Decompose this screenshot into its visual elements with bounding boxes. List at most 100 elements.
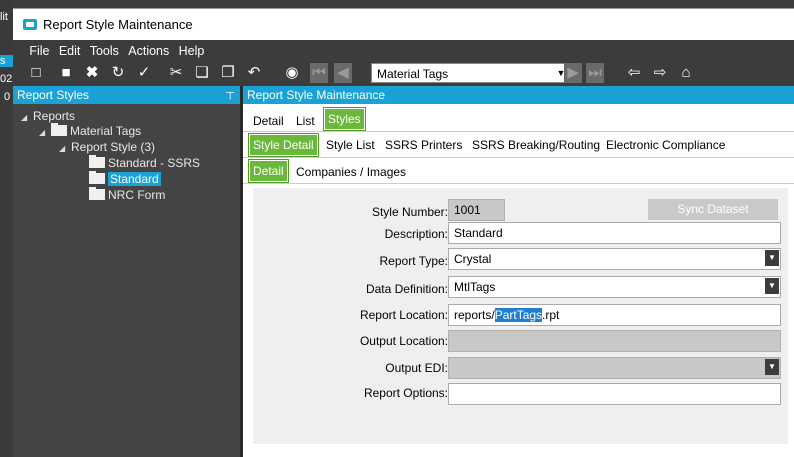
tree-node-reports[interactable]: ◢ Reports (21, 109, 75, 123)
tree-node-label-selected: Standard (108, 172, 161, 186)
tab-inner-detail[interactable]: Detail (248, 159, 289, 183)
new-icon[interactable]: □ (25, 62, 47, 84)
style-tab-strip: Style Detail Style List SSRS Printers SS… (243, 132, 794, 158)
first-record-icon[interactable]: ⏮ (310, 63, 328, 83)
folder-icon (89, 187, 105, 200)
refresh-icon[interactable]: ↻ (107, 62, 129, 84)
report-location-selection: PartTags (494, 308, 543, 322)
expand-arrow-icon[interactable]: ◢ (39, 128, 51, 137)
edge-text-2: s (0, 55, 13, 67)
output-edi-label: Output EDI: (385, 361, 448, 375)
window-title: Report Style Maintenance (43, 17, 193, 32)
edge-text-4: 0 (4, 91, 11, 103)
tree-node-standard[interactable]: Standard (89, 171, 161, 186)
binoculars-icon[interactable]: ◉ (281, 62, 303, 84)
tab-ssrs-printers[interactable]: SSRS Printers (381, 134, 466, 156)
paste-icon[interactable]: ❐ (217, 62, 239, 84)
tree-node-report-style[interactable]: ◢ Report Style (3) (59, 140, 155, 154)
left-panel-title: Report Styles (17, 88, 90, 102)
last-record-icon[interactable]: ⏭ (586, 63, 604, 83)
tree-node-label: Material Tags (70, 124, 142, 138)
menu-edit[interactable]: Edit (56, 40, 84, 58)
sync-dataset-button[interactable]: Sync Dataset (648, 199, 778, 220)
tab-ssrs-breaking-routing[interactable]: SSRS Breaking/Routing (468, 134, 604, 156)
style-number-label: Style Number: (371, 205, 448, 219)
report-styles-tree: ◢ Reports ◢ Material Tags ◢ Report Style (3… (13, 104, 240, 457)
chevron-down-icon[interactable]: ▼ (765, 278, 779, 294)
tab-style-list[interactable]: Style List (322, 134, 379, 156)
edge-text-3: 02 (0, 73, 13, 85)
next-record-icon[interactable]: ▶ (564, 63, 582, 83)
tree-node-label: Standard - SSRS (108, 156, 201, 170)
main-tab-strip: Detail List Styles (243, 106, 794, 132)
right-panel-header: Report Style Maintenance (243, 86, 794, 104)
left-panel-header: Report Styles ┬ (13, 86, 240, 104)
home-icon[interactable]: ⌂ (675, 62, 697, 84)
data-definition-label: Data Definition: (365, 282, 448, 296)
tab-list[interactable]: List (292, 110, 319, 132)
right-panel-title: Report Style Maintenance (247, 88, 386, 102)
report-location-prefix: reports/ (454, 308, 495, 322)
app-icon (23, 19, 37, 30)
inner-tab-strip: Detail Companies / Images (243, 158, 794, 184)
output-location-label: Output Location: (359, 334, 448, 348)
background-window-edge: lit s 02 0 (0, 0, 13, 457)
tree-node-label: Reports (33, 109, 76, 123)
tab-styles[interactable]: Styles (323, 107, 366, 131)
expand-arrow-icon[interactable]: ◢ (59, 144, 71, 153)
report-location-suffix: .rpt (542, 308, 560, 322)
report-type-select[interactable]: Crystal ▼ (448, 248, 781, 270)
title-bar: Report Style Maintenance (13, 8, 794, 40)
toolbar: □ ■ ✖ ↻ ✓ ✂ ❏ ❐ ↶ ◉ ⏮ ◀ Material Tags ▼ … (13, 62, 794, 86)
tab-companies-images[interactable]: Companies / Images (292, 161, 410, 183)
chevron-down-icon[interactable]: ▼ (765, 359, 779, 375)
previous-record-icon[interactable]: ◀ (334, 63, 352, 83)
record-navigator-value: Material Tags (377, 67, 449, 81)
data-definition-select[interactable]: MtlTags ▼ (448, 276, 781, 298)
menu-bar: File Edit Tools Actions Help (13, 40, 794, 62)
pin-icon[interactable]: ┬ (226, 87, 234, 99)
folder-icon (89, 171, 105, 184)
report-location-field[interactable]: reports/PartTags.rpt (448, 304, 781, 326)
report-type-label: Report Type: (379, 254, 448, 268)
report-location-label: Report Location: (359, 308, 448, 322)
description-field[interactable]: Standard (448, 222, 781, 244)
report-options-field[interactable] (448, 383, 781, 405)
cut-icon[interactable]: ✂ (165, 62, 187, 84)
record-navigator-select[interactable]: Material Tags ▼ (371, 63, 571, 83)
chevron-down-icon[interactable]: ▼ (765, 250, 779, 266)
output-edi-select: ▼ (448, 357, 781, 379)
report-location-value: reports/PartTags.rpt (454, 308, 559, 322)
menu-file[interactable]: File (26, 40, 52, 58)
edge-text-1: lit (0, 11, 8, 23)
data-definition-value: MtlTags (454, 280, 496, 294)
menu-tools[interactable]: Tools (87, 40, 122, 58)
tree-node-label: NRC Form (108, 188, 166, 202)
output-location-field (448, 330, 781, 352)
undo-icon[interactable]: ↶ (243, 62, 265, 84)
copy-icon[interactable]: ❏ (191, 62, 213, 84)
style-number-field: 1001 (448, 199, 505, 221)
tree-node-label: Report Style (3) (71, 140, 156, 154)
description-value: Standard (454, 226, 503, 240)
tab-electronic-compliance[interactable]: Electronic Compliance (602, 134, 729, 156)
tab-style-detail[interactable]: Style Detail (248, 133, 319, 157)
tree-node-nrc-form[interactable]: NRC Form (89, 187, 166, 202)
report-type-value: Crystal (454, 252, 492, 266)
back-icon[interactable]: ⇦ (623, 62, 645, 84)
clear-icon[interactable]: ✓ (133, 62, 155, 84)
folder-icon (89, 155, 105, 168)
tree-node-material-tags[interactable]: ◢ Material Tags (39, 123, 142, 138)
forward-icon[interactable]: ⇨ (649, 62, 671, 84)
tree-node-standard-ssrs[interactable]: Standard - SSRS (89, 155, 201, 170)
style-number-value: 1001 (454, 203, 481, 217)
folder-icon (51, 123, 67, 136)
save-icon[interactable]: ■ (55, 62, 77, 84)
menu-actions[interactable]: Actions (125, 40, 172, 58)
delete-icon[interactable]: ✖ (81, 62, 103, 84)
menu-help[interactable]: Help (176, 40, 208, 58)
tab-detail[interactable]: Detail (249, 110, 288, 132)
report-options-label: Report Options: (363, 386, 448, 400)
expand-arrow-icon[interactable]: ◢ (21, 113, 33, 122)
description-label: Description: (384, 227, 448, 241)
